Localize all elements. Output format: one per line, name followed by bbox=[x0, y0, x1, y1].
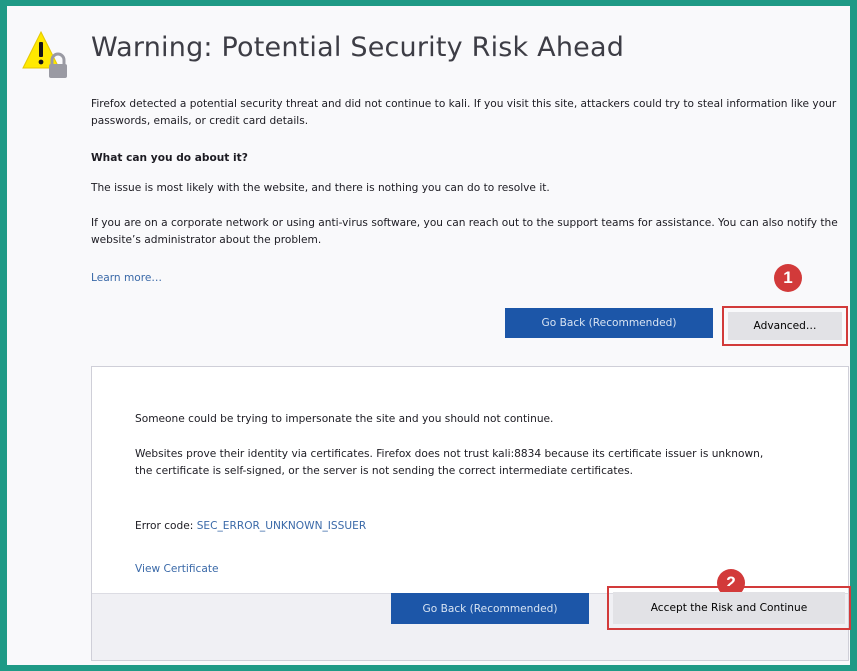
accept-risk-button-highlight[interactable]: Accept the Risk and Continue bbox=[607, 586, 851, 630]
corporate-network-text: If you are on a corporate network or usi… bbox=[91, 217, 838, 246]
learn-more-link[interactable]: Learn more… bbox=[91, 272, 162, 284]
intro-text: Firefox detected a potential security th… bbox=[91, 98, 837, 127]
accept-risk-button[interactable]: Accept the Risk and Continue bbox=[613, 592, 845, 624]
advanced-button[interactable]: Advanced… bbox=[728, 312, 842, 340]
what-can-you-do-heading: What can you do about it? bbox=[91, 152, 248, 164]
step-1-badge: 1 bbox=[774, 264, 802, 292]
go-back-button[interactable]: Go Back (Recommended) bbox=[505, 308, 713, 338]
go-back-button-advanced[interactable]: Go Back (Recommended) bbox=[391, 593, 589, 624]
impersonate-text: Someone could be trying to impersonate t… bbox=[135, 413, 554, 425]
error-code-link[interactable]: SEC_ERROR_UNKNOWN_ISSUER bbox=[197, 520, 367, 532]
page-title: Warning: Potential Security Risk Ahead bbox=[91, 32, 625, 63]
view-certificate-link[interactable]: View Certificate bbox=[135, 563, 219, 575]
error-page: Warning: Potential Security Risk Ahead F… bbox=[7, 6, 851, 665]
error-code-line: Error code: SEC_ERROR_UNKNOWN_ISSUER bbox=[135, 518, 775, 535]
error-code-label: Error code: bbox=[135, 520, 197, 532]
warning-lock-icon bbox=[22, 30, 67, 78]
certificate-explanation: Websites prove their identity via certif… bbox=[135, 448, 764, 477]
advanced-button-highlight[interactable]: Advanced… bbox=[722, 306, 848, 346]
issue-text: The issue is most likely with the websit… bbox=[91, 182, 550, 194]
